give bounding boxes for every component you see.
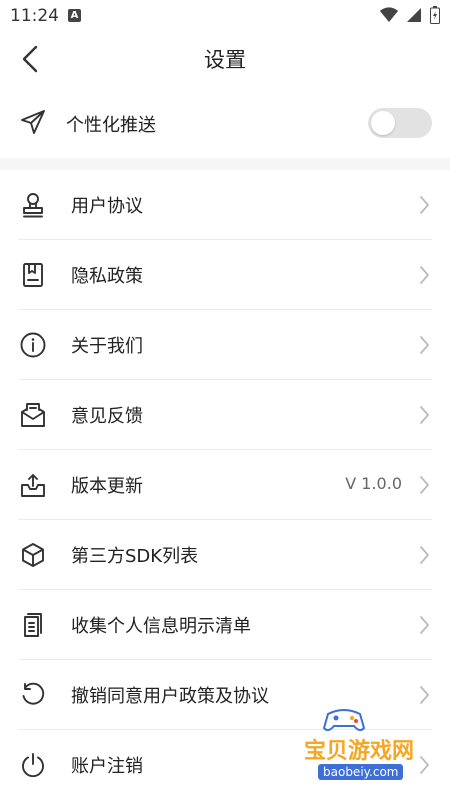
notification-icon: A	[68, 9, 81, 22]
page-title: 设置	[204, 48, 246, 72]
chevron-right-icon	[418, 334, 430, 356]
chevron-right-icon	[418, 404, 430, 426]
menu-label: 关于我们	[71, 336, 143, 357]
signal-icon	[406, 7, 422, 23]
push-setting-label: 个性化推送	[66, 115, 156, 136]
menu-label: 账户注销	[71, 756, 143, 777]
chevron-right-icon	[418, 684, 430, 706]
document-list-icon	[19, 611, 47, 639]
watermark-name: 宝贝游戏网	[304, 739, 415, 764]
version-value: V 1.0.0	[345, 474, 402, 493]
menu-item-version-update[interactable]: 版本更新 V 1.0.0	[0, 450, 450, 520]
menu-item-personal-info-list[interactable]: 收集个人信息明示清单	[0, 590, 450, 660]
menu-label: 用户协议	[71, 196, 143, 217]
gamepad-icon	[322, 706, 366, 734]
watermark-url: baobeiy.com	[318, 764, 404, 780]
cube-icon	[19, 541, 47, 569]
chevron-right-icon	[418, 194, 430, 216]
status-time: 11:24	[10, 6, 59, 26]
menu-label: 撤销同意用户政策及协议	[71, 686, 269, 707]
battery-icon	[430, 6, 440, 24]
menu-label: 隐私政策	[71, 266, 143, 287]
nav-bar: 设置	[0, 32, 450, 86]
menu-item-feedback[interactable]: 意见反馈	[0, 380, 450, 450]
tray-upload-icon	[19, 471, 47, 499]
wifi-icon	[380, 7, 398, 23]
push-toggle[interactable]	[368, 108, 432, 138]
user-stamp-icon	[19, 191, 47, 219]
menu-label: 收集个人信息明示清单	[71, 616, 251, 637]
menu-item-about-us[interactable]: 关于我们	[0, 310, 450, 380]
chevron-right-icon	[418, 614, 430, 636]
menu-label: 意见反馈	[71, 406, 143, 427]
mail-feedback-icon	[19, 401, 47, 429]
undo-icon	[19, 681, 47, 709]
menu-label: 第三方SDK列表	[71, 546, 199, 567]
menu-item-third-party-sdk[interactable]: 第三方SDK列表	[0, 520, 450, 590]
section-separator	[0, 158, 450, 170]
menu-item-privacy-policy[interactable]: 隐私政策	[0, 240, 450, 310]
power-icon	[19, 751, 47, 779]
chevron-right-icon	[418, 264, 430, 286]
push-setting-row: 个性化推送	[0, 92, 450, 156]
status-icons	[380, 6, 440, 24]
toggle-knob	[371, 111, 395, 135]
status-bar: 11:24 A	[0, 0, 450, 32]
menu-item-user-agreement[interactable]: 用户协议	[0, 170, 450, 240]
chevron-right-icon	[418, 474, 430, 496]
paper-plane-icon	[19, 108, 47, 136]
site-watermark: 宝贝游戏网 baobeiy.com	[304, 706, 422, 790]
menu-label: 版本更新	[71, 476, 143, 497]
chevron-right-icon	[418, 544, 430, 566]
info-circle-icon	[19, 331, 47, 359]
document-bookmark-icon	[19, 261, 47, 289]
